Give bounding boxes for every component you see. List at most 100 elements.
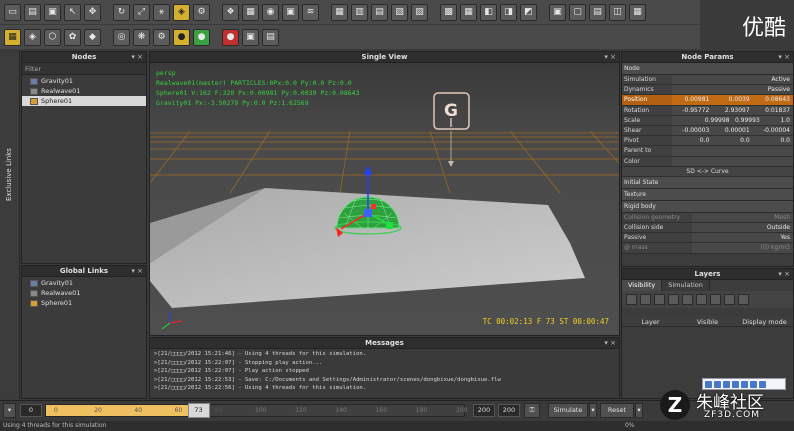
- exclusive-links-strip[interactable]: Exclusive Links: [0, 51, 20, 399]
- layer-tool-icon[interactable]: [626, 294, 637, 305]
- param-value[interactable]: 0.08643: [753, 95, 793, 104]
- ime-icon[interactable]: [759, 380, 766, 388]
- toolbar-button-icon[interactable]: ▤: [371, 3, 388, 21]
- param-values[interactable]: -0.95772 2.93097 0.01837: [672, 105, 793, 115]
- section-node[interactable]: Node: [622, 63, 793, 75]
- tree-node-gravity[interactable]: Gravity01: [22, 76, 146, 86]
- param-value[interactable]: 0.01837: [753, 106, 793, 115]
- toolbar-button-icon[interactable]: ▭: [4, 3, 21, 21]
- rigid-body-row[interactable]: @ mass (0) kg/m3: [622, 243, 793, 254]
- toolbar-button-icon[interactable]: ▣: [44, 3, 61, 21]
- layer-tool-icon[interactable]: [696, 294, 707, 305]
- tree-node-sphere[interactable]: Sphere01: [22, 96, 146, 106]
- panel-controls-icon[interactable]: ▾ ×: [604, 52, 616, 63]
- param-values[interactable]: Active: [672, 75, 793, 85]
- param-values[interactable]: [672, 156, 793, 166]
- col-visible[interactable]: Visible: [679, 317, 736, 326]
- toolbar-button-icon[interactable]: ◆: [84, 28, 101, 46]
- param-value[interactable]: 0.99993: [733, 116, 763, 125]
- toolbar-button-icon[interactable]: ●: [173, 28, 190, 46]
- param-values[interactable]: [672, 146, 793, 156]
- param-value[interactable]: [672, 75, 712, 84]
- param-value[interactable]: 0.00981: [672, 95, 712, 104]
- toolbar-button-icon[interactable]: ⤢: [133, 3, 150, 21]
- param-value[interactable]: [712, 85, 752, 94]
- param-value[interactable]: (0) kg/m3: [692, 243, 793, 252]
- param-value[interactable]: -0.00004: [753, 126, 793, 135]
- end-frame-field[interactable]: 200: [473, 404, 495, 417]
- param-value[interactable]: 1.0: [763, 116, 793, 125]
- toolbar-button-icon[interactable]: ◨: [500, 3, 517, 21]
- toolbar-button-icon[interactable]: ↻: [113, 3, 130, 21]
- layer-tool-icon[interactable]: [682, 294, 693, 305]
- param-value[interactable]: [672, 146, 712, 155]
- param-values[interactable]: Passive rigid body: [672, 85, 793, 103]
- param-values[interactable]: 0.0 0.0 0.0: [672, 136, 793, 146]
- panel-controls-icon[interactable]: ▾ ×: [131, 266, 143, 277]
- section-texture[interactable]: Texture: [622, 188, 793, 201]
- toolbar-button-icon[interactable]: ▤: [24, 3, 41, 21]
- reset-dropdown-icon[interactable]: ▾: [635, 403, 643, 418]
- param-value[interactable]: [712, 75, 752, 84]
- toolbar-button-icon[interactable]: ⚙: [193, 3, 210, 21]
- max-frame-field[interactable]: 200: [498, 404, 520, 417]
- param-value[interactable]: 0.0039: [712, 95, 752, 104]
- param-values[interactable]: Outside: [692, 223, 793, 233]
- toolbar-button-icon[interactable]: ▧: [391, 3, 408, 21]
- toolbar-button-icon[interactable]: ◉: [262, 3, 279, 21]
- col-layer[interactable]: Layer: [622, 317, 679, 326]
- reset-button[interactable]: Reset: [600, 403, 634, 418]
- toolbar-button-icon[interactable]: ▦: [4, 28, 21, 46]
- layer-tool-icon[interactable]: [654, 294, 665, 305]
- section-initial-state[interactable]: Initial State: [622, 176, 793, 189]
- param-row[interactable]: Pivot 0.0 0.0 0.0: [622, 136, 793, 147]
- ime-icon[interactable]: [705, 380, 712, 388]
- col-display-mode[interactable]: Display mode: [736, 317, 793, 326]
- param-value[interactable]: Passive rigid body: [753, 85, 793, 103]
- param-row[interactable]: Parent to: [622, 146, 793, 157]
- param-value[interactable]: 0.0: [672, 136, 712, 145]
- param-row[interactable]: Scale 0.99998 0.99993 1.0: [622, 115, 793, 126]
- param-row[interactable]: Position 0.00981 0.0039 0.08643: [622, 95, 793, 106]
- param-values[interactable]: -0.00003 0.00001 -0.00004: [672, 125, 793, 136]
- key-icon[interactable]: ⚿: [524, 403, 540, 418]
- param-value[interactable]: 0.0: [753, 136, 793, 145]
- toolbar-button-icon[interactable]: ▣: [242, 28, 259, 46]
- param-value[interactable]: [672, 157, 712, 166]
- nodes-filter[interactable]: Filter: [22, 63, 146, 75]
- link-item-sphere[interactable]: Sphere01: [22, 298, 146, 308]
- messages-log[interactable]: >[21/□□□□/2012 15:21:46] - Using 4 threa…: [150, 349, 619, 394]
- toolbar-button-icon[interactable]: ▢: [569, 3, 586, 21]
- tree-node-realwave[interactable]: Realwave01: [22, 86, 146, 96]
- toolbar-button-icon[interactable]: ✥: [84, 3, 101, 21]
- 3d-viewport[interactable]: G persp Realwave01(master) PARTICLES:0Px…: [150, 63, 619, 335]
- param-value[interactable]: [753, 157, 793, 166]
- param-value[interactable]: [712, 146, 752, 155]
- link-item-realwave[interactable]: Realwave01: [22, 288, 146, 298]
- toolbar-button-icon[interactable]: ↖: [64, 3, 81, 21]
- param-value[interactable]: [712, 157, 752, 166]
- layer-tool-icon[interactable]: [710, 294, 721, 305]
- param-values[interactable]: 0.00981 0.0039 0.08643: [672, 95, 793, 105]
- toolbar-button-icon[interactable]: ▥: [351, 3, 368, 21]
- param-row[interactable]: Simulation Active: [622, 75, 793, 86]
- toolbar-button-icon[interactable]: ▦: [460, 3, 477, 21]
- layer-tool-icon[interactable]: [668, 294, 679, 305]
- toolbar-button-icon[interactable]: ◩: [520, 3, 537, 21]
- ime-icon[interactable]: [750, 380, 757, 388]
- ime-icon[interactable]: [732, 380, 739, 388]
- param-row[interactable]: Shear -0.00003 0.00001 -0.00004: [622, 125, 793, 137]
- toolbar-button-icon[interactable]: ◈: [173, 3, 190, 21]
- param-values[interactable]: 0.99998 0.99993 1.0: [672, 115, 793, 125]
- layer-tool-icon[interactable]: [724, 294, 735, 305]
- param-value[interactable]: 0.99998: [702, 116, 732, 125]
- timeline-menu-button[interactable]: ▾: [3, 403, 16, 418]
- link-item-gravity[interactable]: Gravity01: [22, 278, 146, 288]
- param-value[interactable]: -0.00003: [672, 126, 712, 135]
- layer-tool-icon[interactable]: [738, 294, 749, 305]
- simulate-button[interactable]: Simulate: [548, 403, 588, 418]
- toolbar-button-icon[interactable]: ▤: [262, 28, 279, 46]
- rigid-body-row[interactable]: Collision side Outside: [622, 223, 793, 234]
- toolbar-button-icon[interactable]: ▩: [440, 3, 457, 21]
- param-value[interactable]: Yes: [692, 233, 793, 242]
